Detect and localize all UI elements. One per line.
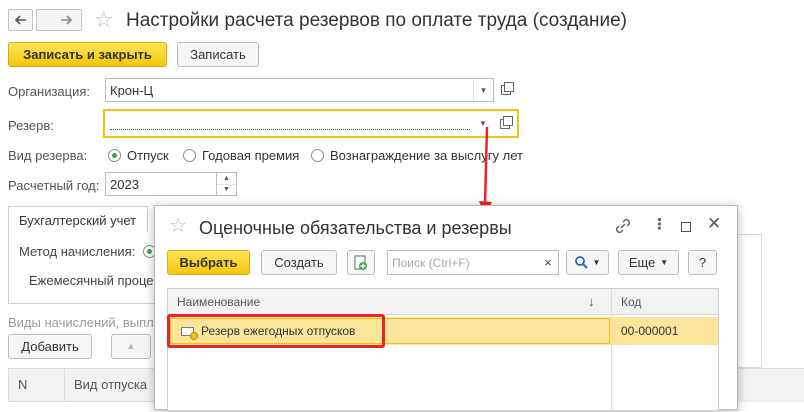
help-button[interactable]: ? <box>688 250 717 275</box>
tab-accounting[interactable]: Бухгалтерский учет <box>8 206 148 233</box>
star-icon[interactable]: ☆ <box>94 9 114 31</box>
create-button[interactable]: Создать <box>261 250 337 275</box>
reserve-label: Резерв: <box>8 118 54 133</box>
open-organization-button[interactable] <box>496 79 516 101</box>
arrow-right-icon <box>61 15 72 25</box>
clear-icon[interactable]: × <box>538 255 558 270</box>
col-divider <box>64 369 65 402</box>
chevron-down-icon: ▼ <box>660 258 669 267</box>
select-button[interactable]: Выбрать <box>167 250 250 275</box>
choice-table: Наименование ↓ Код Резерв ежегодных отпу… <box>167 288 719 412</box>
more-label: Еще <box>628 255 656 270</box>
table-row[interactable]: Резерв ежегодных отпусков 00-000001 <box>168 317 718 345</box>
add-button[interactable]: Добавить <box>8 334 92 359</box>
choice-dialog: ☆ Оценочные обязательства и резервы ⋮ ✕ … <box>154 205 738 412</box>
radio-vacation-label: Отпуск <box>127 148 169 163</box>
monthly-label: Ежемесячный проце <box>29 273 154 288</box>
year-value: 2023 <box>110 176 139 192</box>
sort-down-icon[interactable]: ↓ <box>588 294 595 309</box>
col-name-header[interactable]: Наименование <box>177 295 260 309</box>
forward-button[interactable] <box>36 9 82 31</box>
open-form-icon <box>500 115 513 129</box>
method-label: Метод начисления: <box>19 244 136 259</box>
copy-add-icon <box>354 255 367 270</box>
row-name: Резерв ежегодных отпусков <box>201 324 356 338</box>
organization-value: Крон-Ц <box>110 82 154 98</box>
page-title: Настройки расчета резервов по оплате тру… <box>126 10 627 31</box>
reserve-input-underline <box>110 129 470 130</box>
copy-button[interactable] <box>347 250 375 275</box>
link-icon[interactable] <box>614 218 632 234</box>
radio-annual-bonus[interactable] <box>183 149 196 162</box>
main-form-edge <box>738 234 762 368</box>
arrow-up-icon: ▲ <box>126 341 136 352</box>
save-and-close-button[interactable]: Записать и закрыть <box>8 42 167 67</box>
search-input[interactable]: Поиск (Ctrl+F) × <box>387 250 559 275</box>
stepper-up-icon[interactable]: ▲ <box>217 173 236 185</box>
radio-annual-bonus-label: Годовая премия <box>202 148 300 163</box>
search-button[interactable]: ▼ <box>566 250 609 275</box>
accruals-section-label: Виды начислений, выпл <box>8 315 154 330</box>
year-field[interactable]: 2023 <box>105 172 217 196</box>
save-button[interactable]: Записать <box>177 42 259 67</box>
chevron-down-icon[interactable]: ▼ <box>473 79 493 101</box>
chevron-down-icon: ▼ <box>592 258 601 267</box>
year-label: Расчетный год: <box>8 178 100 193</box>
organization-label: Организация: <box>8 84 91 99</box>
catalog-item-icon <box>181 327 198 340</box>
move-up-button[interactable]: ▲ <box>111 334 151 359</box>
organization-field[interactable]: Крон-Ц ▼ <box>105 78 494 102</box>
maximize-icon[interactable] <box>681 222 691 232</box>
radio-vacation[interactable] <box>108 149 121 162</box>
close-icon[interactable]: ✕ <box>707 215 721 232</box>
search-placeholder: Поиск (Ctrl+F) <box>392 255 470 270</box>
star-icon[interactable]: ☆ <box>169 216 187 236</box>
col-code-header[interactable]: Код <box>621 295 641 309</box>
stepper-down-icon[interactable]: ▼ <box>217 185 236 196</box>
accruals-table-header-right <box>738 368 804 402</box>
reserve-field[interactable]: ▼ <box>103 109 519 138</box>
reserve-type-label: Вид резерва: <box>8 148 88 163</box>
col-divider <box>611 289 612 412</box>
open-form-icon <box>501 82 514 95</box>
more-vert-icon[interactable]: ⋮ <box>652 217 667 232</box>
more-button[interactable]: Еще ▼ <box>618 250 679 275</box>
row-code: 00-000001 <box>621 324 679 338</box>
col-vacation-type-header: Вид отпуска <box>74 377 148 392</box>
radio-seniority-reward[interactable] <box>311 149 324 162</box>
col-n-header: N <box>18 377 28 392</box>
table-header: Наименование ↓ Код <box>168 289 718 315</box>
open-reserve-button[interactable] <box>493 111 517 136</box>
year-stepper[interactable]: ▲ ▼ <box>217 172 237 196</box>
arrow-left-icon <box>14 15 26 25</box>
search-icon <box>574 256 588 269</box>
dialog-title: Оценочные обязательства и резервы <box>199 218 512 238</box>
back-button[interactable] <box>8 9 33 31</box>
